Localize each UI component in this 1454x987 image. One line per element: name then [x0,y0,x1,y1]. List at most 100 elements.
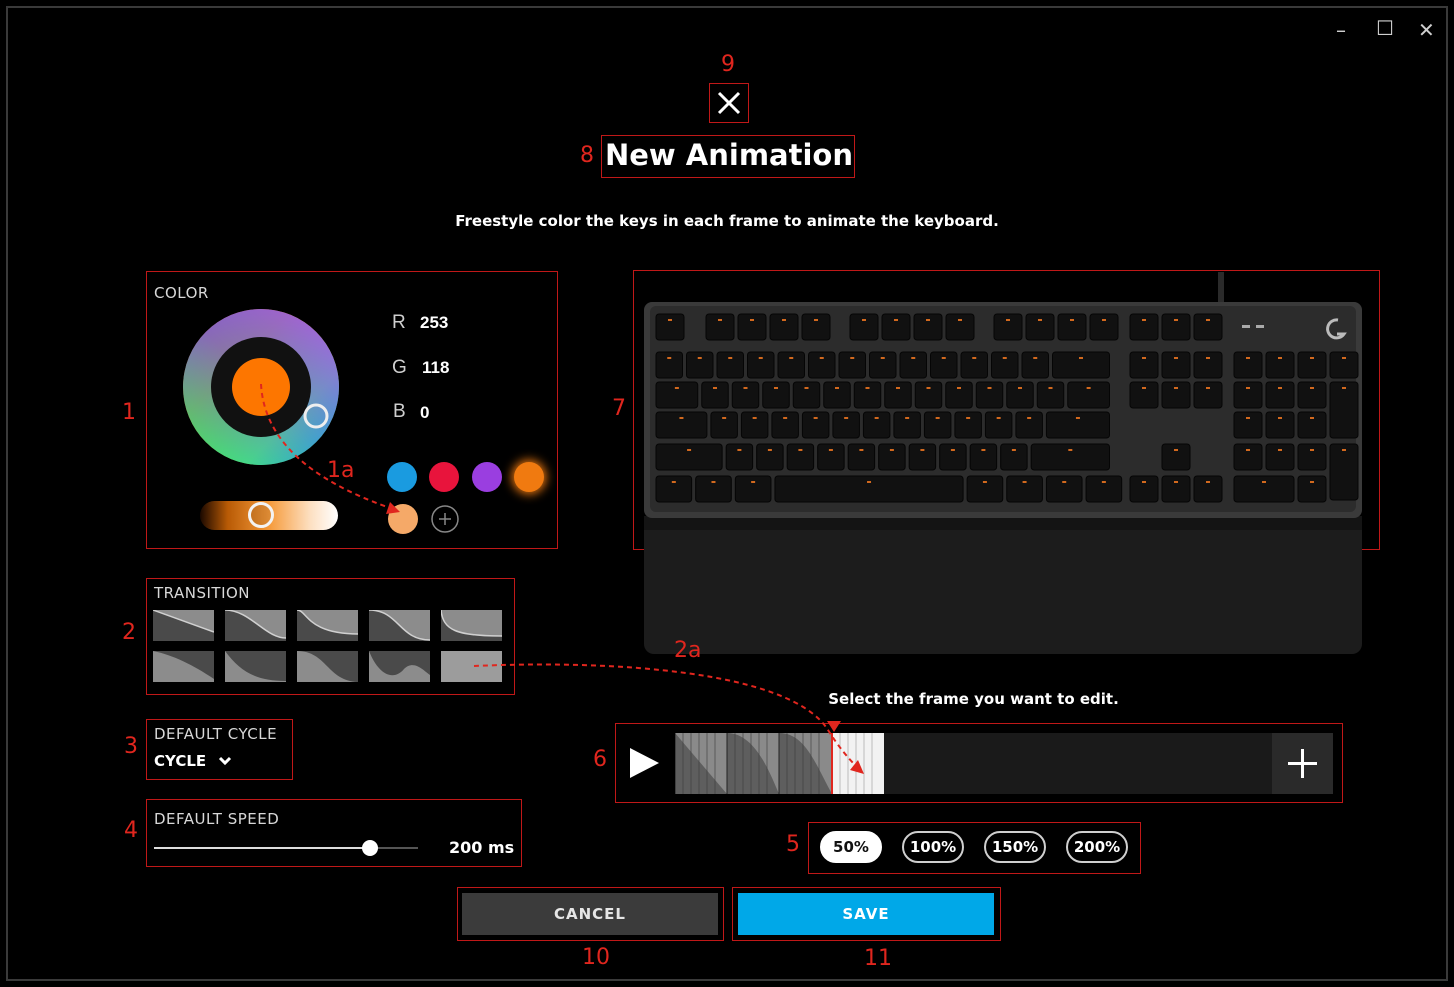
key-legend [982,481,987,483]
keyboard-key [655,411,708,439]
keyboard-key [792,381,821,409]
key-legend [1310,481,1314,483]
key-legend [767,449,772,451]
keyboard-key [913,313,943,341]
key-legend [1086,387,1091,389]
keyboard-key [1329,381,1359,439]
keyboard-key [991,351,1019,379]
keyboard-key [655,313,685,341]
key-legend [737,449,742,451]
key-legend [697,357,702,359]
transition-inverse-ease-out[interactable] [297,651,358,682]
zoom-option-50[interactable]: 50% [820,831,882,863]
r-label: R [392,312,406,333]
close-window-icon[interactable]: ✕ [1418,18,1435,42]
transition-ease-in[interactable] [225,610,286,641]
key-legend [1278,449,1282,451]
maximize-icon[interactable]: ☐ [1376,16,1394,40]
keyboard-key [762,381,790,409]
r-value[interactable]: 253 [420,313,448,333]
cycle-dropdown[interactable]: CYCLE [154,752,232,770]
zoom-option-100[interactable]: 100% [902,831,964,863]
g-value[interactable]: 118 [422,358,449,378]
keyboard-key [1161,475,1191,503]
keyboard-key [1021,351,1049,379]
save-button[interactable]: SAVE [738,893,994,935]
b-value[interactable]: 0 [420,403,429,423]
key-legend [813,417,818,419]
key-legend [1174,319,1178,321]
keyboard-preview[interactable] [636,272,1376,662]
key-legend [1038,319,1042,321]
minimize-icon[interactable]: – [1336,18,1346,42]
transition-inverse-ease-in[interactable] [225,651,286,682]
key-legend [911,357,916,359]
key-legend [896,387,900,389]
speed-slider-handle[interactable] [362,840,378,856]
add-swatch-icon[interactable] [430,504,460,534]
keyboard-key [914,381,943,409]
key-legend [1174,449,1178,451]
close-dialog-icon[interactable] [710,84,748,122]
preset-swatch-purple[interactable] [472,462,502,492]
key-legend [1079,357,1083,359]
keyboard-key [655,351,683,379]
annotation-8: 8 [580,143,594,168]
key-legend [859,449,864,451]
transition-fast-decay[interactable] [441,610,502,641]
key-legend [958,319,962,321]
annotation-9: 9 [721,52,735,77]
g-label: G [392,357,407,378]
transition-ease-in-out[interactable] [369,610,430,641]
keyboard-key [686,351,714,379]
keyboard-key [1233,443,1263,471]
annotation-1: 1 [122,400,136,425]
key-legend [1002,357,1007,359]
annotation-5: 5 [786,832,800,857]
keyboard-key [930,351,958,379]
keyboard-key [1193,381,1223,409]
keyboard-key [1129,313,1159,341]
keyboard-key [1265,381,1295,409]
keyboard-key [1233,411,1263,439]
key-legend [713,387,717,389]
annotation-7: 7 [612,396,626,421]
key-legend [1246,449,1250,451]
key-legend [758,357,763,359]
transition-inverse-linear[interactable] [153,651,214,682]
key-legend [1142,481,1146,483]
keyboard-key [1006,475,1043,503]
transition-linear[interactable] [153,610,214,641]
key-legend [874,417,879,419]
keyboard-key [1297,475,1327,503]
key-legend [774,387,778,389]
key-legend [880,357,885,359]
annotation-arrow-1a [260,383,400,514]
keyboard-key [1265,351,1295,379]
keyboard-key [1265,411,1295,439]
key-legend [935,417,940,419]
key-legend [1101,481,1106,483]
key-legend [1206,319,1210,321]
chevron-down-icon [219,756,232,766]
key-legend [751,481,756,483]
keyboard-key [1193,475,1223,503]
preset-swatch-red[interactable] [429,462,459,492]
key-legend [1310,449,1314,451]
key-legend [844,417,849,419]
cancel-button[interactable]: CANCEL [462,893,718,935]
keyboard-key [975,381,1004,409]
key-legend [1006,319,1010,321]
keyboard-key [1129,381,1159,409]
preset-swatch-orange[interactable] [514,462,544,492]
key-legend [1246,387,1250,389]
annotation-4: 4 [124,818,138,843]
add-frame-button[interactable] [1272,733,1333,794]
transition-ease-out[interactable] [297,610,358,641]
transition-wave[interactable] [369,651,430,682]
keyboard-key [1329,351,1359,379]
keyboard-key [774,475,964,503]
zoom-option-200[interactable]: 200% [1066,831,1128,863]
zoom-option-150[interactable]: 150% [984,831,1046,863]
keyboard-key [1036,381,1065,409]
